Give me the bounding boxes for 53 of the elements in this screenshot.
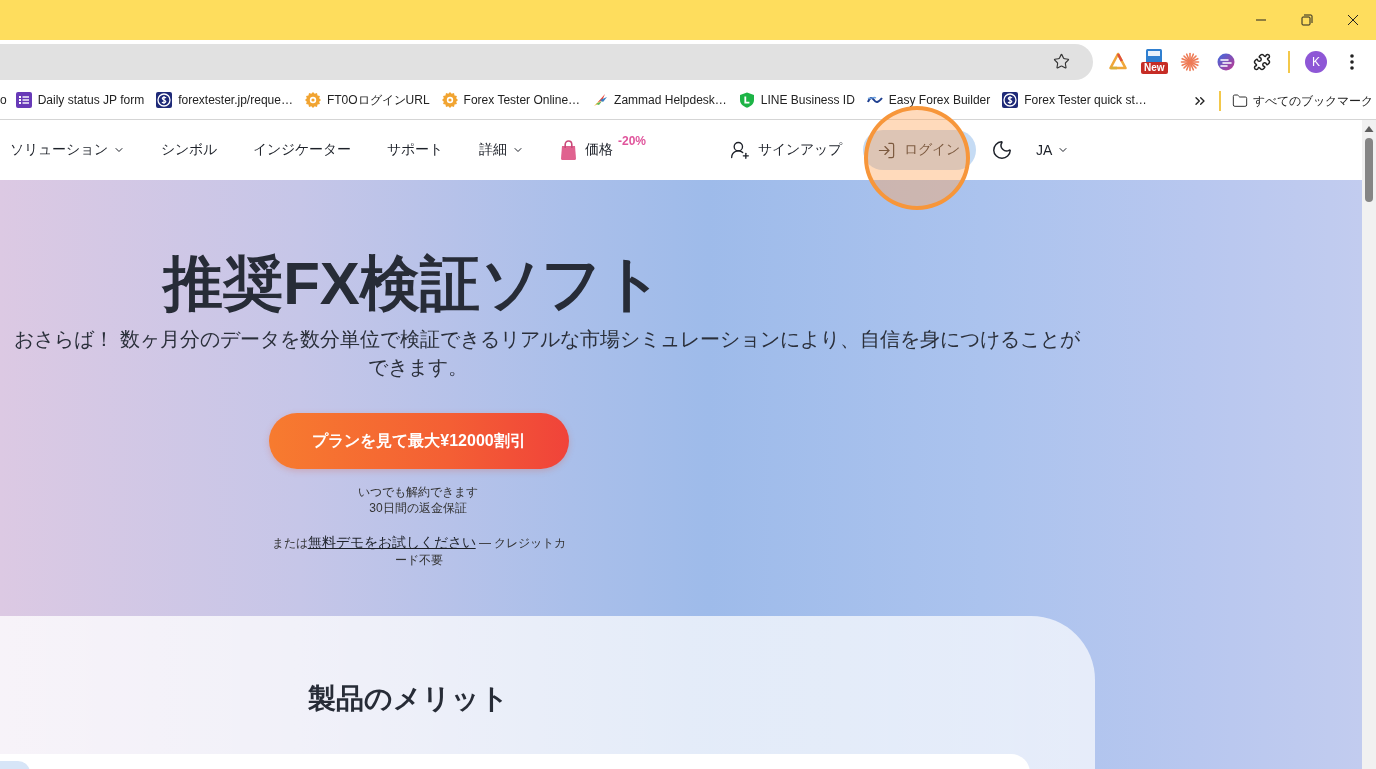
menu-icon [1350, 53, 1354, 70]
bookmark-item[interactable]: forextester.jp/reque… [153, 87, 296, 113]
nav-link[interactable]: サポート [387, 130, 443, 170]
bookmark-item[interactable]: Easy Forex Builder [863, 87, 994, 113]
shopping-bag-icon [560, 140, 577, 160]
benefits-title: 製品のメリット [306, 682, 510, 716]
bookmark-item[interactable]: Daily status JP form [12, 87, 148, 113]
nav-link[interactable]: インジケーター [253, 130, 351, 170]
profile-avatar[interactable]: K [1305, 50, 1327, 73]
puzzle-icon [1253, 52, 1271, 71]
folder-icon [1232, 93, 1248, 109]
asterisk-icon [1180, 51, 1200, 72]
hero-title: 推奨FX検証ソフト [161, 249, 664, 319]
bookmark-item[interactable]: Zammad Helpdesk… [589, 87, 730, 113]
hero-subtitle: おさらば！ 数ヶ月分のデータを数分単位で検証できるリアルな市場シミュレーションにより、自信を身につけることができます。 [14, 327, 1081, 380]
bookmark-item[interactable]: Forex Tester quick st… [999, 87, 1150, 113]
nav-link[interactable]: シンボル [161, 130, 217, 170]
new-badge: New [1141, 61, 1168, 74]
triangle-logo-icon [1108, 51, 1128, 72]
signup-button[interactable]: サインアップ [730, 130, 842, 170]
all-bookmarks-button[interactable]: すべてのブックマーク [1229, 88, 1376, 114]
list-form-icon [15, 92, 32, 108]
language-selector[interactable]: JA [1036, 130, 1070, 170]
discount-label: -20% [618, 134, 646, 148]
nav-menu-item[interactable]: 詳細 [479, 130, 524, 170]
free-demo-note: または無料デモをお試しください — クレジットカード不要 [270, 534, 568, 569]
dollar-coin-icon [1002, 92, 1019, 108]
extension-button[interactable]: New [1136, 43, 1172, 80]
guarantee-note: いつでも解約できます [358, 484, 478, 500]
moon-icon [991, 139, 1013, 161]
bookmark-item[interactable]: Forex Tester Online… [438, 87, 584, 113]
login-button[interactable]: ログイン [863, 130, 976, 170]
restore-icon [1301, 14, 1313, 26]
star-icon [1052, 53, 1070, 70]
bookmark-item[interactable]: FT0OログインURL [301, 87, 433, 113]
theme-toggle-button[interactable] [990, 138, 1014, 162]
pricing-link[interactable]: 価格 -20% [560, 130, 646, 170]
guarantee-note: 30日間の返金保証 [369, 500, 467, 516]
user-plus-icon [730, 140, 750, 160]
scrollbar-thumb[interactable] [1365, 138, 1373, 202]
starburst-badge-icon [441, 92, 458, 108]
nav-menu-item[interactable]: ソリューション [10, 130, 125, 170]
dollar-coin-icon [156, 92, 173, 108]
shield-icon [738, 92, 755, 108]
striped-circle-icon [1216, 51, 1236, 72]
bookmark-item[interactable]: o [0, 87, 7, 113]
close-icon [1347, 14, 1359, 26]
login-icon [877, 140, 896, 160]
bookmark-item[interactable]: LINE Business ID [735, 87, 858, 113]
scroll-up-icon[interactable] [1364, 125, 1374, 133]
free-demo-link[interactable]: 無料デモをお試しください [307, 534, 476, 550]
scrollbar[interactable] [1362, 120, 1376, 769]
starburst-badge-icon [304, 92, 321, 108]
